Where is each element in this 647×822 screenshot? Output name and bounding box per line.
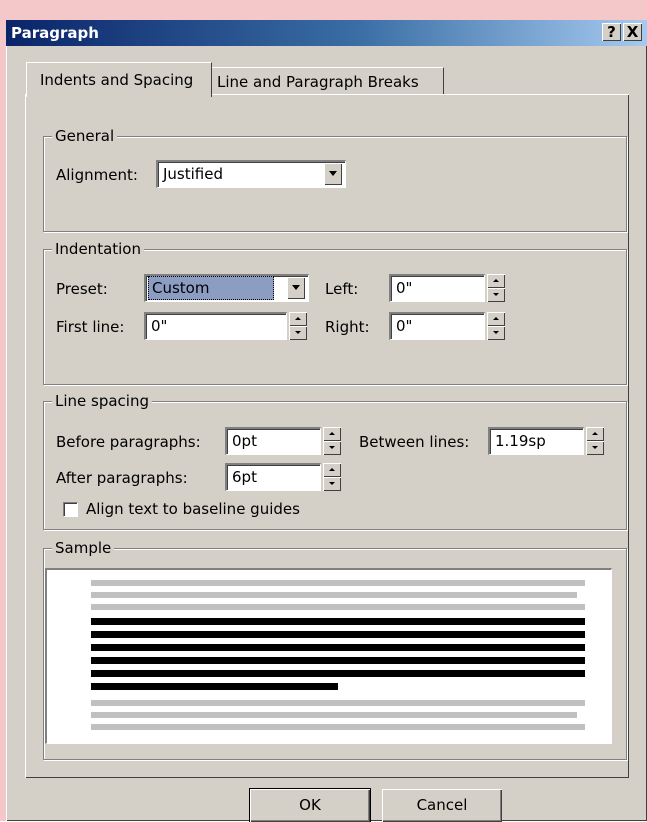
arrow-down-icon (493, 331, 499, 334)
arrow-up-icon (295, 317, 301, 320)
arrow-down-icon (295, 331, 301, 334)
sample-line-current (91, 631, 585, 638)
line-spacing-legend: Line spacing (52, 391, 152, 411)
sample-line-current (91, 657, 585, 664)
after-paragraphs-input[interactable]: 6pt (225, 463, 321, 491)
alignment-dropdown-button[interactable] (324, 163, 342, 185)
indentation-group: Indentation (43, 239, 627, 385)
spin-down-button[interactable] (323, 477, 341, 491)
arrow-up-icon (493, 317, 499, 320)
first-line-spinner[interactable] (289, 312, 307, 340)
before-paragraphs-spinner[interactable] (323, 427, 341, 455)
alignment-select[interactable]: Justified (156, 160, 346, 188)
sample-line-after (91, 724, 585, 730)
after-paragraphs-label: After paragraphs: (56, 469, 188, 487)
chevron-down-icon (329, 171, 337, 176)
arrow-up-icon (493, 279, 499, 282)
arrow-down-icon (493, 293, 499, 296)
right-indent-spinner[interactable] (487, 312, 505, 340)
tab-indents-and-spacing[interactable]: Indents and Spacing (26, 62, 212, 97)
preset-dropdown-button[interactable] (287, 277, 305, 299)
sample-legend: Sample (52, 538, 115, 558)
between-lines-input[interactable]: 1.19sp (488, 427, 584, 455)
spin-up-button[interactable] (487, 274, 505, 288)
sample-line-after (91, 700, 585, 706)
right-indent-label: Right: (325, 318, 370, 336)
after-paragraphs-value: 6pt (232, 468, 257, 486)
between-lines-spinner[interactable] (586, 427, 604, 455)
paragraph-dialog: Paragraph ? X Indents and Spacing Line a… (6, 20, 647, 822)
sample-line-current (91, 670, 585, 677)
sample-line-after (91, 712, 577, 718)
tab-label: Indents and Spacing (40, 71, 194, 89)
first-line-value: 0" (151, 317, 168, 335)
arrow-down-icon (329, 446, 335, 449)
sample-line-before (91, 592, 577, 598)
spin-down-button[interactable] (487, 288, 505, 302)
before-paragraphs-input[interactable]: 0pt (225, 427, 321, 455)
arrow-down-icon (329, 482, 335, 485)
left-indent-input[interactable]: 0" (389, 274, 485, 302)
between-lines-value: 1.19sp (495, 432, 546, 450)
left-indent-label: Left: (325, 280, 359, 298)
sample-line-current (91, 618, 585, 625)
ok-button[interactable]: OK (249, 788, 371, 822)
right-indent-input[interactable]: 0" (389, 312, 485, 340)
help-button[interactable]: ? (602, 23, 621, 41)
sample-line-before (91, 604, 585, 610)
close-button[interactable]: X (623, 23, 642, 41)
baseline-guides-checkbox[interactable] (63, 502, 78, 517)
preset-value: Custom (148, 276, 274, 300)
sample-line-current (91, 644, 585, 651)
cancel-button[interactable]: Cancel (382, 789, 502, 822)
tab-line-and-paragraph-breaks[interactable]: Line and Paragraph Breaks (211, 67, 444, 94)
spin-up-button[interactable] (323, 463, 341, 477)
sample-preview (45, 568, 612, 744)
first-line-label: First line: (56, 318, 125, 336)
spin-down-button[interactable] (289, 326, 307, 340)
preset-label: Preset: (56, 280, 108, 298)
window-title: Paragraph (11, 24, 99, 42)
between-lines-label: Between lines: (359, 433, 470, 451)
preset-select[interactable]: Custom (144, 274, 309, 302)
spin-up-button[interactable] (487, 312, 505, 326)
arrow-up-icon (592, 432, 598, 435)
baseline-guides-label[interactable]: Align text to baseline guides (86, 500, 300, 518)
left-indent-value: 0" (396, 279, 413, 297)
arrow-up-icon (329, 432, 335, 435)
indentation-legend: Indentation (52, 239, 144, 259)
sample-line-current (91, 683, 338, 690)
before-paragraphs-label: Before paragraphs: (56, 433, 201, 451)
first-line-input[interactable]: 0" (144, 312, 287, 340)
tab-label: Line and Paragraph Breaks (217, 73, 419, 91)
spin-down-button[interactable] (323, 441, 341, 455)
spin-up-button[interactable] (586, 427, 604, 441)
general-legend: General (52, 126, 118, 146)
alignment-value: Justified (163, 165, 223, 183)
right-indent-value: 0" (396, 317, 413, 335)
spin-down-button[interactable] (487, 326, 505, 340)
arrow-down-icon (592, 446, 598, 449)
after-paragraphs-spinner[interactable] (323, 463, 341, 491)
before-paragraphs-value: 0pt (232, 432, 257, 450)
spin-up-button[interactable] (289, 312, 307, 326)
spin-down-button[interactable] (586, 441, 604, 455)
sample-line-before (91, 580, 585, 586)
alignment-label: Alignment: (56, 166, 138, 184)
title-bar[interactable]: Paragraph ? X (6, 20, 647, 46)
chevron-down-icon (292, 285, 300, 290)
arrow-up-icon (329, 468, 335, 471)
spin-up-button[interactable] (323, 427, 341, 441)
left-indent-spinner[interactable] (487, 274, 505, 302)
